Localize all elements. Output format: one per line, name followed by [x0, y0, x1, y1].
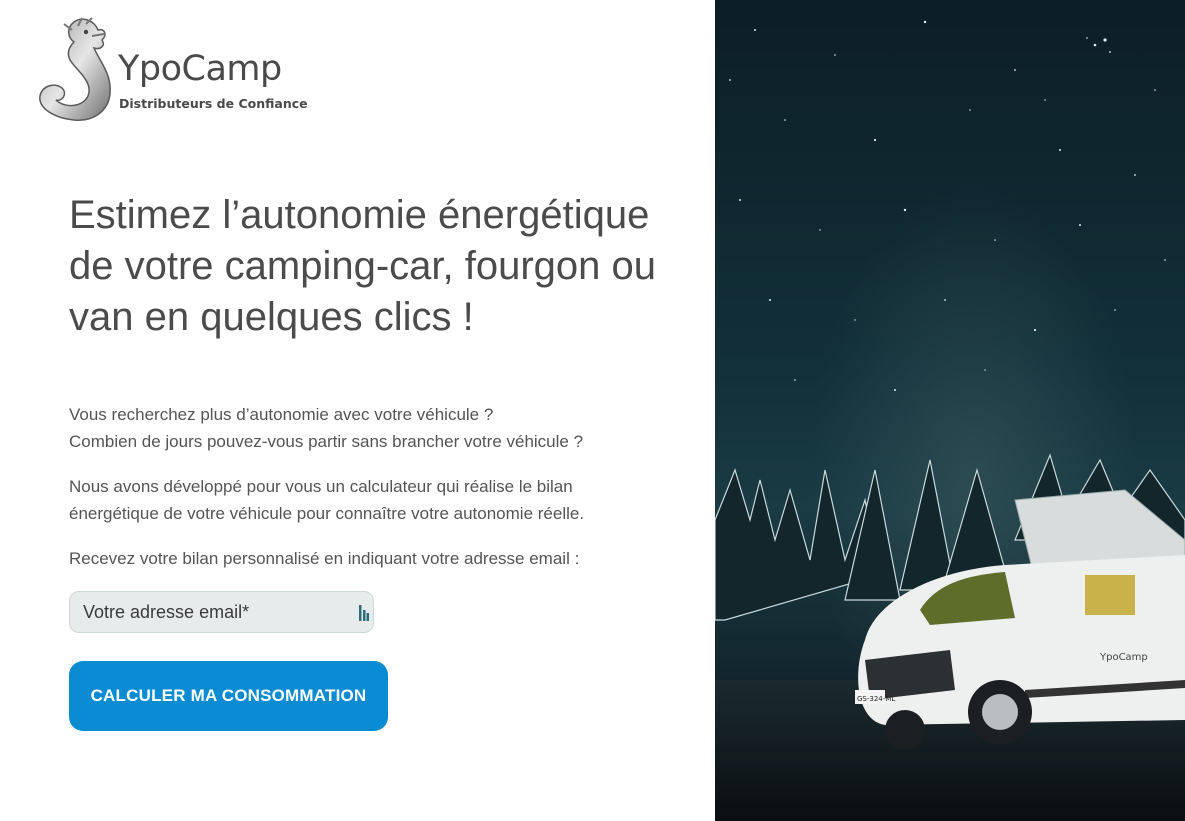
- brand-name: YpoCamp: [118, 49, 282, 89]
- seahorse-logo-icon: [39, 17, 111, 121]
- calculate-consumption-button[interactable]: CALCULER MA CONSOMMATION: [69, 661, 388, 731]
- password-manager-icon[interactable]: [358, 604, 370, 622]
- van-logo-text: YpoCamp: [1099, 652, 1148, 663]
- night-campervan-image: YpoCamp GS-324-ML: [715, 0, 1185, 821]
- intro-line-2: Combien de jours pouvez-vous partir sans…: [69, 432, 584, 451]
- left-panel: YpoCamp Distributeurs de Confiance Estim…: [0, 0, 715, 821]
- email-field-container: [69, 591, 374, 633]
- intro-line-1: Vous recherchez plus d’autonomie avec vo…: [69, 405, 494, 424]
- description-line-2: énergétique de votre véhicule pour conna…: [69, 504, 585, 523]
- logo: YpoCamp Distributeurs de Confiance: [34, 16, 314, 126]
- page-title: Estimez l’autonomie énergétique de votre…: [69, 193, 657, 339]
- description-line-1: Nous avons développé pour vous un calcul…: [69, 477, 573, 496]
- email-field[interactable]: [83, 592, 343, 632]
- email-prompt: Recevez votre bilan personnalisé en indi…: [69, 549, 580, 568]
- brand-tagline: Distributeurs de Confiance: [119, 96, 308, 111]
- hero-image: YpoCamp GS-324-ML: [715, 0, 1185, 821]
- license-plate: GS-324-ML: [857, 695, 895, 703]
